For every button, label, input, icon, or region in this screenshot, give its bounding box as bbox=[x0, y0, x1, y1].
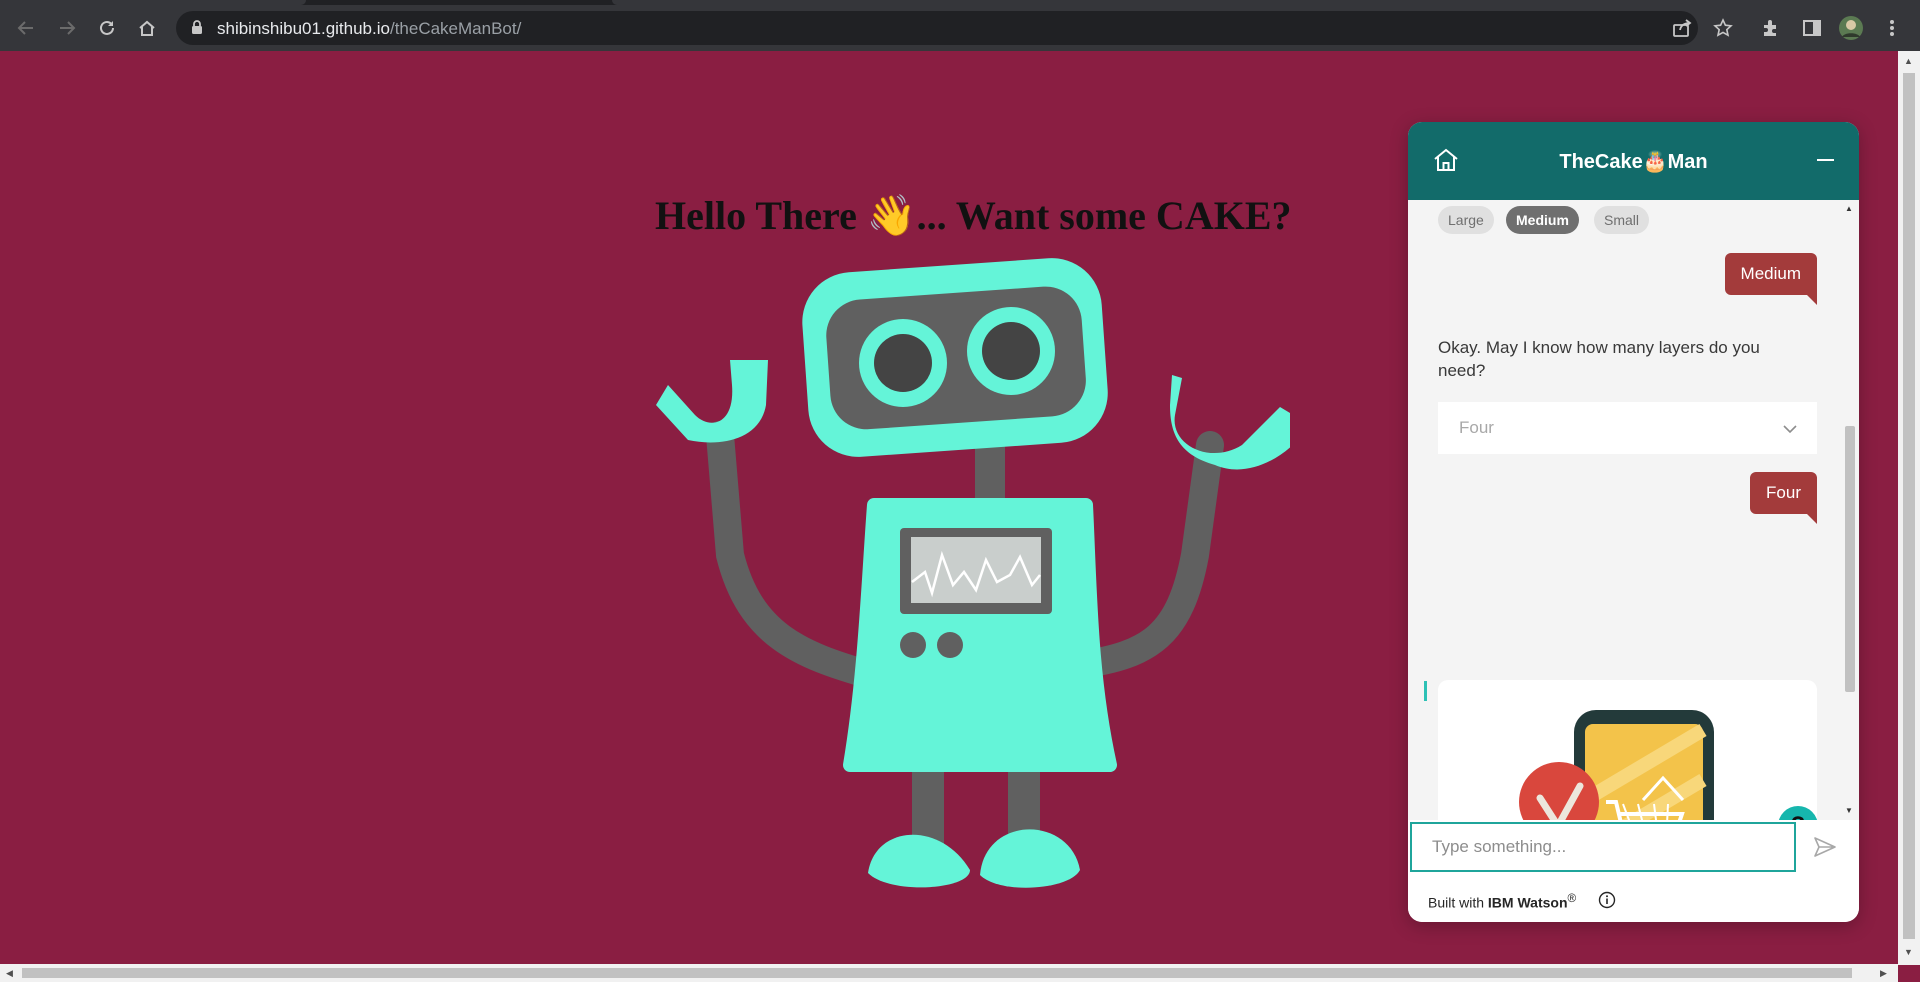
chat-scrollbar[interactable]: ▲ ▼ bbox=[1841, 200, 1859, 820]
browser-toolbar: shibinshibu01.github.io/theCakeManBot/ bbox=[0, 5, 1920, 51]
url-text[interactable]: shibinshibu01.github.io/theCakeManBot/ bbox=[217, 19, 521, 39]
image-card bbox=[1438, 680, 1817, 820]
dropdown-selected-value: Four bbox=[1459, 418, 1494, 437]
chat-footer: Built with IBM Watson® bbox=[1408, 878, 1859, 922]
side-panel-icon[interactable] bbox=[1799, 15, 1825, 41]
chat-scrollbar-thumb[interactable] bbox=[1845, 426, 1855, 692]
scrollbar-thumb[interactable] bbox=[1903, 73, 1915, 939]
footer-text: Built with IBM Watson® bbox=[1428, 892, 1577, 911]
minimize-icon[interactable] bbox=[1817, 159, 1834, 161]
user-message-bubble: Four bbox=[1750, 472, 1817, 524]
share-icon[interactable] bbox=[1670, 17, 1694, 39]
scroll-right-arrow-icon[interactable]: ▶ bbox=[1880, 968, 1887, 979]
home-icon[interactable] bbox=[134, 15, 160, 41]
back-icon[interactable] bbox=[13, 15, 39, 41]
chat-scroll-down-icon[interactable]: ▼ bbox=[1845, 806, 1853, 815]
send-icon[interactable] bbox=[1813, 836, 1837, 863]
menu-kebab-icon[interactable] bbox=[1879, 15, 1905, 41]
chevron-down-icon[interactable] bbox=[1783, 421, 1797, 439]
bot-message: Okay. May I know how many layers do you … bbox=[1438, 338, 1760, 380]
extensions-icon[interactable] bbox=[1758, 15, 1784, 41]
typing-indicator bbox=[1424, 681, 1427, 701]
robot-illustration bbox=[656, 258, 1290, 888]
chat-title: TheCake🎂Man bbox=[1559, 151, 1708, 173]
scrollbar-thumb[interactable] bbox=[22, 968, 1852, 978]
size-option-small[interactable]: Small bbox=[1594, 206, 1650, 234]
bookmark-star-icon[interactable] bbox=[1710, 15, 1736, 41]
page-headline: Hello There 👋... Want some CAKE? bbox=[655, 193, 1292, 238]
scroll-down-arrow-icon[interactable]: ▼ bbox=[1904, 947, 1913, 957]
size-option-medium[interactable]: Medium bbox=[1506, 206, 1579, 234]
address-bar[interactable]: shibinshibu01.github.io/theCakeManBot/ bbox=[176, 11, 1698, 45]
chat-widget: TheCake🎂Man Large Medium Small Medium Ok… bbox=[1408, 122, 1859, 922]
birthday-cake-emoji: 🎂 bbox=[1642, 151, 1668, 173]
profile-avatar-icon[interactable] bbox=[1838, 15, 1864, 41]
page-vertical-scrollbar[interactable]: ▲ ▼ bbox=[1898, 51, 1920, 965]
forward-icon[interactable] bbox=[54, 15, 80, 41]
lock-icon[interactable] bbox=[191, 20, 203, 40]
shopping-confirmation-illustration bbox=[1519, 710, 1714, 820]
scroll-up-arrow-icon[interactable]: ▲ bbox=[1904, 56, 1913, 66]
message-input[interactable] bbox=[1410, 822, 1796, 872]
user-message-bubble: Medium bbox=[1724, 253, 1818, 305]
chat-messages: Large Medium Small Medium Okay. May I kn… bbox=[1408, 200, 1859, 820]
layers-dropdown[interactable]: Four bbox=[1438, 402, 1817, 454]
chat-header: TheCake🎂Man bbox=[1408, 122, 1859, 200]
chat-scroll-up-icon[interactable]: ▲ bbox=[1845, 204, 1853, 213]
reload-icon[interactable] bbox=[94, 15, 120, 41]
size-option-large[interactable]: Large bbox=[1438, 206, 1494, 234]
info-icon[interactable] bbox=[1598, 891, 1616, 914]
scroll-left-arrow-icon[interactable]: ◀ bbox=[6, 968, 13, 979]
chat-input-area bbox=[1408, 820, 1859, 878]
waving-hand-emoji: 👋 bbox=[866, 193, 917, 238]
page-horizontal-scrollbar[interactable]: ◀ ▶ bbox=[0, 964, 1898, 982]
